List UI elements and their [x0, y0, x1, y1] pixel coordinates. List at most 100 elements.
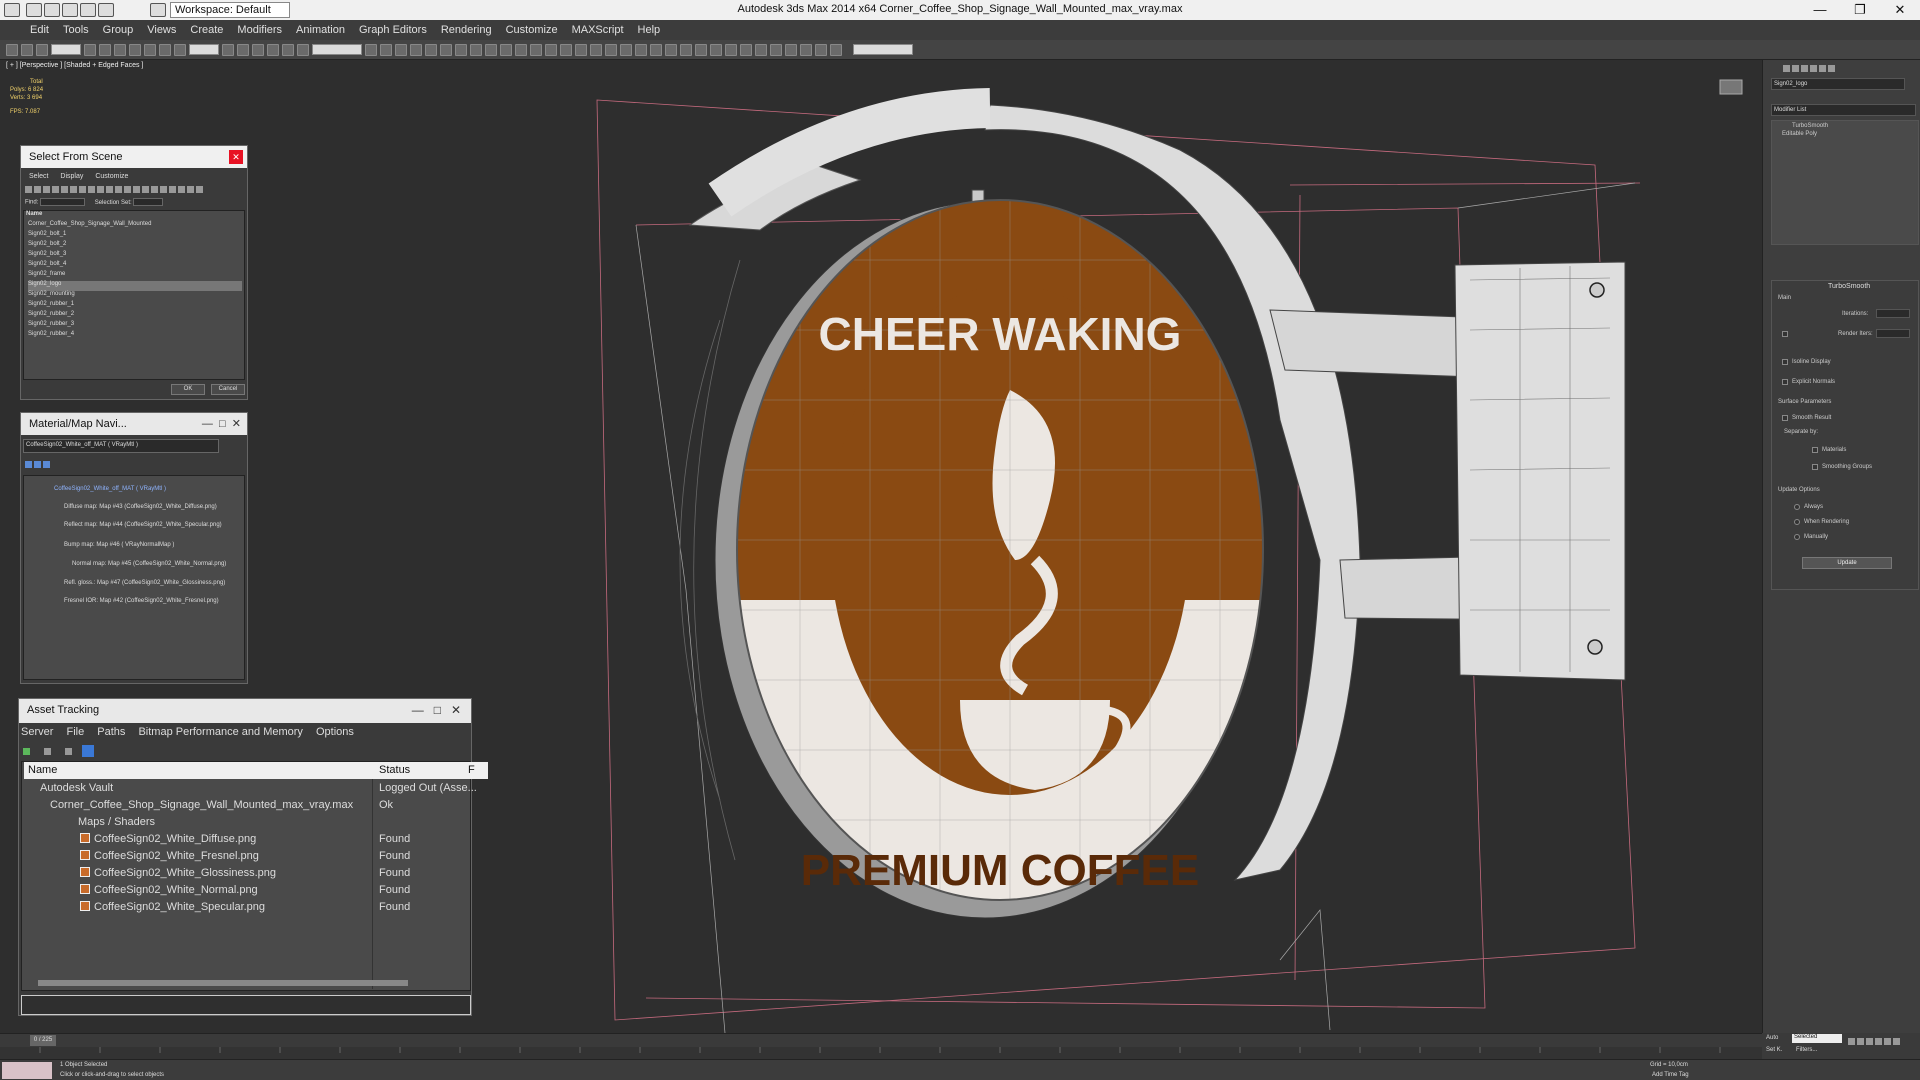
time-slider[interactable]: 0 / 225	[0, 1033, 1762, 1047]
viewport-dropdown[interactable]	[853, 44, 913, 55]
graphite-icon[interactable]	[410, 43, 422, 56]
schematic-icon[interactable]	[440, 43, 452, 56]
menu-graph-editors[interactable]: Graph Editors	[359, 24, 427, 36]
menu-bitmap-performance[interactable]: Bitmap Performance and Memory	[138, 726, 302, 738]
ref-coord-dropdown[interactable]	[189, 44, 219, 55]
project-icon[interactable]	[150, 3, 166, 17]
tab-select[interactable]: Select	[29, 173, 48, 180]
material-name-field[interactable]: CoffeeSign02_White_off_MAT ( VRayMtl )	[23, 439, 219, 453]
render-frame-icon[interactable]	[485, 43, 497, 56]
maxscript-listener[interactable]	[2, 1062, 52, 1079]
list-item[interactable]: Sign02_rubber_1	[28, 301, 74, 311]
horizontal-scrollbar[interactable]	[38, 980, 408, 986]
tree-item-map[interactable]: Bump map: Map #46 ( VRayNormalMap )	[64, 542, 174, 552]
object-name-field[interactable]: Sign02_logo	[1771, 78, 1905, 90]
tool-icon[interactable]	[665, 43, 677, 56]
list-item[interactable]: Sign02_bolt_1	[28, 231, 66, 241]
pivot-icon[interactable]	[222, 43, 234, 56]
tool-icon[interactable]	[800, 43, 812, 56]
selection-set-dropdown[interactable]	[133, 198, 164, 206]
move-icon[interactable]	[144, 43, 156, 56]
close-icon[interactable]: ✕	[1880, 0, 1920, 20]
add-time-tag[interactable]: Add Time Tag	[1652, 1072, 1689, 1078]
list-item[interactable]: Sign02_bolt_4	[28, 261, 66, 271]
vray-light-icon[interactable]	[545, 43, 557, 56]
curve-editor-icon[interactable]	[425, 43, 437, 56]
table-row[interactable]: Corner_Coffee_Shop_Signage_Wall_Mounted_…	[24, 797, 488, 814]
minimize-icon[interactable]: —	[1800, 0, 1840, 20]
table-row[interactable]: CoffeeSign02_White_Specular.png Found	[24, 899, 488, 916]
selection-filter-dropdown[interactable]	[51, 44, 81, 55]
tool-icon[interactable]	[740, 43, 752, 56]
menu-file[interactable]: File	[66, 726, 84, 738]
tool-icon[interactable]	[830, 43, 842, 56]
find-input[interactable]	[40, 198, 86, 206]
col-extra[interactable]: F	[468, 764, 475, 776]
rollout-title[interactable]: TurboSmooth	[1828, 283, 1870, 290]
render-icon[interactable]	[500, 43, 512, 56]
layer-icon[interactable]	[395, 43, 407, 56]
menu-customize[interactable]: Customize	[506, 24, 558, 36]
cancel-button[interactable]: Cancel	[211, 384, 245, 395]
named-selection-dropdown[interactable]	[312, 44, 362, 55]
tool-icon[interactable]	[680, 43, 692, 56]
menu-views[interactable]: Views	[147, 24, 176, 36]
list-item[interactable]: Sign02_mounting	[28, 291, 75, 301]
table-row[interactable]: Autodesk Vault Logged Out (Asse...	[24, 780, 488, 797]
list-item[interactable]: Sign02_frame	[28, 271, 65, 281]
tool-icon[interactable]	[815, 43, 827, 56]
render-setup-icon[interactable]	[470, 43, 482, 56]
viewport-label[interactable]: [ + ] [Perspective ] [Shaded + Edged Fac…	[6, 62, 143, 69]
menu-edit[interactable]: Edit	[30, 24, 49, 36]
restore-icon[interactable]: ❐	[1840, 0, 1880, 20]
menu-paths[interactable]: Paths	[97, 726, 125, 738]
tab-customize[interactable]: Customize	[95, 173, 128, 180]
column-name[interactable]: Name	[26, 211, 42, 221]
workspace-dropdown[interactable]: Workspace: Default	[170, 2, 290, 18]
table-row[interactable]: CoffeeSign02_White_Fresnel.png Found	[24, 848, 488, 865]
new-icon[interactable]	[26, 3, 42, 17]
track-bar[interactable]	[0, 1047, 1762, 1059]
list-item-selected[interactable]: Sign02_logo	[28, 281, 242, 291]
material-editor-icon[interactable]	[455, 43, 467, 56]
align-icon[interactable]	[380, 43, 392, 56]
table-row[interactable]: Maps / Shaders	[24, 814, 488, 831]
undo-icon[interactable]	[80, 3, 96, 17]
render-iters-spinner[interactable]	[1876, 329, 1910, 338]
table-row[interactable]: CoffeeSign02_White_Normal.png Found	[24, 882, 488, 899]
playback-buttons[interactable]	[1848, 1035, 1902, 1047]
tool-icon[interactable]	[695, 43, 707, 56]
smoothing-groups-checkbox[interactable]	[1812, 464, 1818, 470]
open-icon[interactable]	[44, 3, 60, 17]
menu-maxscript[interactable]: MAXScript	[572, 24, 624, 36]
vray-mesh-icon[interactable]	[650, 43, 662, 56]
app-icon[interactable]	[4, 3, 20, 17]
materials-checkbox[interactable]	[1812, 447, 1818, 453]
tool-icon[interactable]	[770, 43, 782, 56]
table-row[interactable]: CoffeeSign02_White_Glossiness.png Found	[24, 865, 488, 882]
tree-item-map[interactable]: Normal map: Map #45 (CoffeeSign02_White_…	[72, 561, 226, 571]
tree-item-map[interactable]: Diffuse map: Map #43 (CoffeeSign02_White…	[64, 504, 217, 514]
when-rendering-radio[interactable]	[1794, 519, 1800, 525]
window-buttons[interactable]: — □ ✕	[412, 703, 461, 717]
vray-plane-icon[interactable]	[605, 43, 617, 56]
menu-create[interactable]: Create	[190, 24, 223, 36]
explicit-normals-checkbox[interactable]	[1782, 379, 1788, 385]
tool-icon[interactable]	[785, 43, 797, 56]
always-radio[interactable]	[1794, 504, 1800, 510]
smooth-result-checkbox[interactable]	[1782, 415, 1788, 421]
iterations-spinner[interactable]	[1876, 309, 1910, 318]
link-icon[interactable]	[6, 43, 18, 56]
tree-item-map[interactable]: Reflect map: Map #44 (CoffeeSign02_White…	[64, 522, 222, 532]
menu-help[interactable]: Help	[638, 24, 661, 36]
window-crossing-icon[interactable]	[129, 43, 141, 56]
rect-select-icon[interactable]	[114, 43, 126, 56]
modifier-list-dropdown[interactable]: Modifier List	[1771, 104, 1916, 116]
vray-proxy-icon[interactable]	[590, 43, 602, 56]
menu-server[interactable]: Server	[21, 726, 53, 738]
stack-item-turbosmooth[interactable]: TurboSmooth	[1792, 123, 1828, 129]
tab-display[interactable]: Display	[60, 173, 83, 180]
col-name[interactable]: Name	[28, 764, 57, 776]
isoline-checkbox[interactable]	[1782, 359, 1788, 365]
tool-icon[interactable]	[710, 43, 722, 56]
